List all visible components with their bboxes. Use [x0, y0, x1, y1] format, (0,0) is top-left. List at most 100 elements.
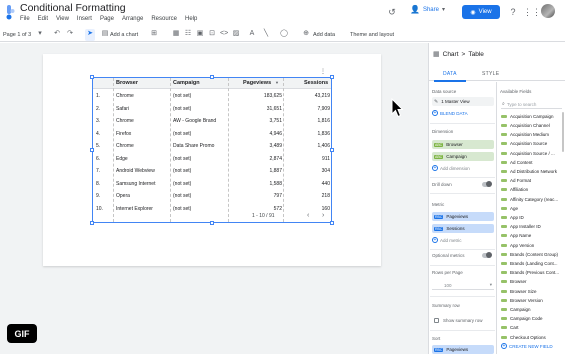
resize-handle[interactable]	[210, 221, 214, 225]
page-navigator[interactable]: Page 1 of 3	[3, 29, 31, 41]
available-field-item[interactable]: Age	[501, 204, 518, 213]
available-field-label: Ad Format	[510, 178, 532, 184]
menu-page[interactable]: Page	[100, 16, 114, 22]
resize-handle[interactable]	[90, 75, 94, 79]
dimension-chip-campaign[interactable]: ABC Campaign	[432, 152, 494, 161]
available-field-item[interactable]: Brands (Landing Cont...	[501, 259, 558, 268]
available-field-label: Brands (Landing Cont...	[510, 260, 558, 266]
divider	[430, 265, 495, 266]
rows-per-page-select[interactable]: 100 ▾	[432, 281, 494, 290]
available-field-label: Campaign Code	[510, 316, 543, 322]
available-field-item[interactable]: Ad Content	[501, 158, 533, 167]
metric-chip-pageviews[interactable]: RBC Pageviews	[432, 212, 494, 221]
available-field-label: Acquisition Medium	[510, 132, 550, 138]
resize-handle[interactable]	[330, 148, 334, 152]
view-button[interactable]: ◉ View	[462, 5, 500, 19]
help-icon[interactable]: ?	[507, 6, 519, 18]
menu-resource[interactable]: Resource	[151, 16, 177, 22]
available-field-label: Acquisition Channel	[510, 122, 550, 128]
available-field-item[interactable]: Checkout Options	[501, 333, 546, 342]
add-chart-button[interactable]: Add a chart	[110, 29, 138, 41]
available-field-item[interactable]: Ad Format	[501, 176, 531, 185]
chevron-down-icon[interactable]: ▾	[36, 30, 44, 38]
pencil-icon: ✎	[434, 98, 439, 105]
apps-grid-icon[interactable]: ⋮⋮	[523, 6, 541, 18]
available-field-item[interactable]: Campaign	[501, 305, 531, 314]
available-field-item[interactable]: Cart	[501, 324, 519, 333]
available-field-item[interactable]: Acquisition Medium	[501, 130, 549, 139]
menu-view[interactable]: View	[56, 16, 69, 22]
add-metric-button[interactable]: + Add metric	[432, 237, 462, 243]
available-field-item[interactable]: Acquisition Source	[501, 140, 547, 149]
resize-handle[interactable]	[210, 75, 214, 79]
more-options-icon[interactable]: ⋮	[320, 68, 326, 75]
menu-arrange[interactable]: Arrange	[122, 16, 143, 22]
image-icon[interactable]: ▨	[232, 30, 240, 38]
resize-handle[interactable]	[90, 221, 94, 225]
dimension-field-icon	[501, 271, 507, 275]
shape-icon[interactable]: ◯	[280, 30, 288, 38]
sort-chip[interactable]: RBC Pageviews	[432, 345, 494, 354]
theme-layout-button[interactable]: Theme and layout	[350, 29, 394, 41]
available-field-item[interactable]: App Name	[501, 232, 531, 241]
available-field-item[interactable]: App Version	[501, 241, 534, 250]
available-field-item[interactable]: Brands (Content Group)	[501, 250, 558, 259]
blend-data-button[interactable]: + BLEND DATA	[432, 110, 468, 116]
resize-handle[interactable]	[330, 221, 334, 225]
available-field-item[interactable]: Ad Distribution Network	[501, 167, 557, 176]
available-field-item[interactable]: Affinity Category (reac...	[501, 195, 558, 204]
data-source-selector[interactable]: ✎ 1 Master View	[432, 97, 494, 106]
text-icon[interactable]: A	[248, 30, 256, 38]
data-control-icon[interactable]: ▣	[196, 30, 204, 38]
code-icon[interactable]: <>	[220, 30, 228, 38]
dimension-field-icon	[501, 160, 507, 164]
menu-insert[interactable]: Insert	[77, 16, 92, 22]
available-field-item[interactable]: Campaign Code	[501, 314, 543, 323]
show-summary-row-checkbox[interactable]	[434, 318, 439, 323]
url-embed-icon[interactable]: ⊡	[208, 30, 216, 38]
dimension-chip-label: Campaign	[446, 154, 467, 159]
filter-control-icon[interactable]: ☷	[184, 30, 192, 38]
divider	[430, 249, 495, 250]
available-field-item[interactable]: Affiliation	[501, 186, 528, 195]
available-field-item[interactable]: Acquisition Channel	[501, 121, 550, 130]
redo-icon[interactable]: ↷	[66, 30, 74, 38]
optional-metrics-toggle[interactable]	[482, 252, 492, 258]
available-field-label: Browser Size	[510, 288, 537, 294]
table-chart[interactable]	[92, 77, 332, 223]
available-field-item[interactable]: Browser Version	[501, 296, 543, 305]
divider	[430, 330, 495, 331]
available-field-item[interactable]: Browser Size	[501, 287, 537, 296]
available-field-label: Acquisition Source / ...	[510, 150, 555, 156]
avatar[interactable]	[541, 4, 555, 18]
community-viz-icon[interactable]: ⊞	[150, 30, 158, 38]
available-field-item[interactable]: Brands (Previous Cont...	[501, 268, 559, 277]
tab-style[interactable]: STYLE	[482, 71, 499, 77]
available-field-item[interactable]: Acquisition Source / ...	[501, 149, 555, 158]
report-title[interactable]: Conditional Formatting	[20, 2, 126, 14]
available-field-item[interactable]: Acquisition Campaign	[501, 112, 554, 121]
available-field-item[interactable]: Browser	[501, 278, 527, 287]
dimension-chip-browser[interactable]: ABC Browser	[432, 140, 494, 149]
available-field-item[interactable]: App ID	[501, 213, 524, 222]
drill-down-toggle[interactable]	[482, 181, 492, 187]
undo-icon[interactable]: ↶	[53, 30, 61, 38]
menu-help[interactable]: Help	[185, 16, 197, 22]
tab-data[interactable]: DATA	[443, 71, 457, 77]
resize-handle[interactable]	[330, 75, 334, 79]
show-summary-row-label: Show summary row	[443, 318, 483, 323]
reset-icon[interactable]: ↺	[386, 6, 398, 18]
available-field-item[interactable]: App Installer ID	[501, 222, 541, 231]
menu-file[interactable]: File	[20, 16, 30, 22]
date-range-icon[interactable]: ▦	[172, 30, 180, 38]
metric-chip-sessions[interactable]: RBC Sessions	[432, 224, 494, 233]
menu-edit[interactable]: Edit	[38, 16, 48, 22]
field-search-input[interactable]: ⌕ Type to search	[501, 100, 562, 109]
resize-handle[interactable]	[90, 148, 94, 152]
create-new-field-button[interactable]: + CREATE NEW FIELD	[501, 343, 553, 349]
share-button[interactable]: 👤 Share ▾	[410, 5, 445, 14]
line-icon[interactable]: ╲	[262, 30, 270, 38]
add-dimension-button[interactable]: + Add dimension	[432, 165, 470, 171]
fields-scrollbar[interactable]	[562, 112, 564, 152]
add-data-button[interactable]: Add data	[313, 29, 335, 41]
